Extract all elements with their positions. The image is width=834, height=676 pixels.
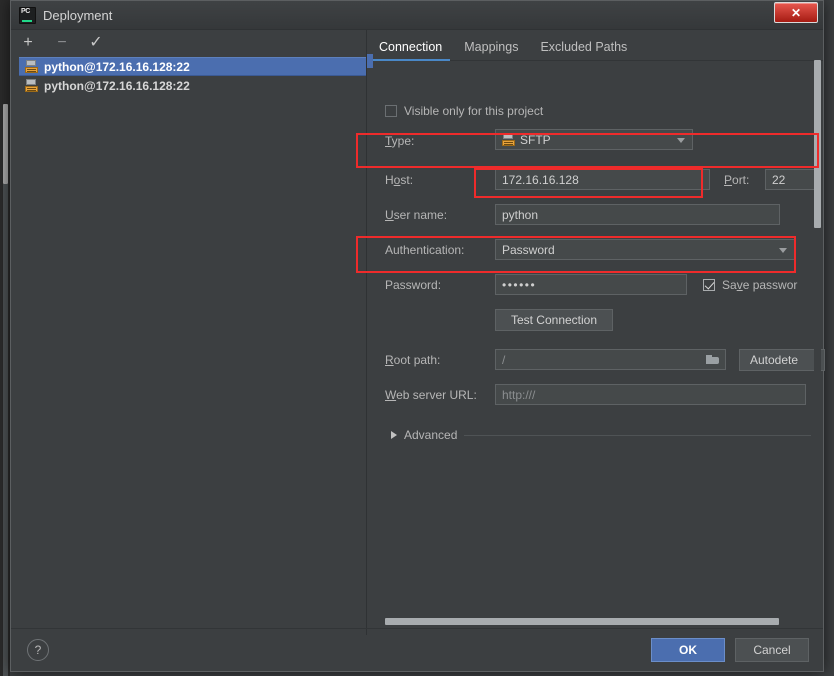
username-value: python xyxy=(502,207,539,222)
type-label: Type: xyxy=(385,134,415,148)
username-label-wrap: User name: xyxy=(385,208,447,222)
sftp-server-icon xyxy=(25,60,38,73)
dialog-title: Deployment xyxy=(43,7,113,23)
visible-only-row[interactable]: Visible only for this project xyxy=(385,104,543,118)
tab-excluded-paths[interactable]: Excluded Paths xyxy=(540,40,627,60)
web-server-url-label-wrap: Web server URL: xyxy=(385,388,477,402)
username-input[interactable]: python xyxy=(495,204,780,225)
section-divider xyxy=(464,434,811,436)
tab-connection[interactable]: Connection xyxy=(370,40,451,61)
port-label: Port: xyxy=(724,173,750,187)
save-password-checkbox[interactable] xyxy=(703,279,715,291)
server-list-pane: + − ✓ python@172.16.16.128:22 python@172… xyxy=(11,30,367,635)
connection-form: Visible only for this project Type: SFTP… xyxy=(367,66,825,635)
root-path-label-wrap: Root path: xyxy=(385,353,440,367)
host-label-wrap: Host: xyxy=(385,173,413,187)
ok-button[interactable]: OK xyxy=(651,638,725,662)
connection-settings-pane: Connection Mappings Excluded Paths Visib… xyxy=(367,30,825,635)
type-label-wrap: Type: xyxy=(385,134,414,148)
cancel-button[interactable]: Cancel xyxy=(735,638,809,662)
port-input[interactable]: 22 xyxy=(765,169,815,190)
list-item-label: python@172.16.16.128:22 xyxy=(44,78,190,93)
username-label: User name: xyxy=(385,208,448,222)
chevron-down-icon xyxy=(779,248,787,253)
help-icon[interactable]: ? xyxy=(27,639,49,661)
host-input[interactable]: 172.16.16.128 xyxy=(495,169,710,190)
chevron-down-icon xyxy=(677,138,685,143)
host-value: 172.16.16.128 xyxy=(502,172,579,187)
pycharm-icon xyxy=(19,6,36,24)
root-path-label: Root path: xyxy=(385,353,441,367)
dialog-footer: ? OK Cancel xyxy=(11,628,823,671)
save-password-label: Save passwor xyxy=(722,278,798,292)
type-value: SFTP xyxy=(520,132,551,147)
autodetect-label: Autodete xyxy=(750,353,799,367)
server-list-toolbar: + − ✓ xyxy=(11,30,366,56)
sftp-server-icon xyxy=(502,133,515,146)
vertical-scrollbar-thumb[interactable] xyxy=(814,60,821,228)
chevron-right-icon xyxy=(391,431,397,439)
list-item[interactable]: python@172.16.16.128:22 xyxy=(19,76,366,95)
autodetect-button[interactable]: Autodete xyxy=(739,349,825,371)
visible-only-checkbox[interactable] xyxy=(385,105,397,117)
ide-vertical-scrollbar-thumb[interactable] xyxy=(3,104,8,184)
save-password-row[interactable]: Save passwor xyxy=(703,278,797,292)
web-server-url-value: http:/// xyxy=(502,387,536,402)
port-value: 22 xyxy=(772,172,786,187)
root-path-input[interactable]: / xyxy=(495,349,726,370)
authentication-label-wrap: Authentication: xyxy=(385,243,464,257)
list-item[interactable]: python@172.16.16.128:22 xyxy=(19,57,366,76)
host-label: Host: xyxy=(385,173,414,187)
ide-vertical-scrollbar-track[interactable] xyxy=(3,184,8,676)
web-server-url-input[interactable]: http:/// xyxy=(495,384,806,405)
test-connection-button[interactable]: Test Connection xyxy=(495,309,613,331)
dialog-titlebar[interactable]: Deployment ✕ xyxy=(11,1,823,30)
settings-tabs: Connection Mappings Excluded Paths xyxy=(367,30,823,61)
sftp-server-icon xyxy=(25,79,38,92)
add-server-button[interactable]: + xyxy=(19,34,37,52)
remove-server-button[interactable]: − xyxy=(53,34,71,52)
test-connection-label: Test Connection xyxy=(510,313,598,327)
close-icon[interactable]: ✕ xyxy=(774,2,818,23)
horizontal-scrollbar-thumb[interactable] xyxy=(385,618,779,625)
web-server-url-label: Web server URL: xyxy=(385,388,477,402)
password-label: Password: xyxy=(385,278,442,292)
authentication-select[interactable]: Password xyxy=(495,239,795,260)
authentication-value: Password xyxy=(502,242,555,257)
folder-icon[interactable] xyxy=(706,355,719,365)
root-path-value: / xyxy=(502,352,506,367)
visible-only-label: Visible only for this project xyxy=(404,104,544,118)
deployment-dialog: Deployment ✕ + − ✓ python@172.16.16.128:… xyxy=(10,0,825,672)
dialog-body: + − ✓ python@172.16.16.128:22 python@172… xyxy=(11,30,825,635)
server-list: python@172.16.16.128:22 python@172.16.16… xyxy=(19,57,366,95)
list-item-label: python@172.16.16.128:22 xyxy=(44,59,190,74)
type-select[interactable]: SFTP xyxy=(495,129,693,150)
password-value: •••••• xyxy=(502,277,537,292)
advanced-section-toggle[interactable]: Advanced xyxy=(391,428,811,442)
footer-actions: OK Cancel xyxy=(651,638,809,662)
password-label-wrap: Password: xyxy=(385,278,441,292)
set-default-server-button[interactable]: ✓ xyxy=(87,34,105,52)
authentication-label: Authentication: xyxy=(385,243,465,257)
tab-mappings[interactable]: Mappings xyxy=(464,40,518,60)
port-label-wrap: Port: xyxy=(724,173,749,187)
password-input[interactable]: •••••• xyxy=(495,274,687,295)
advanced-label: Advanced xyxy=(404,428,458,442)
